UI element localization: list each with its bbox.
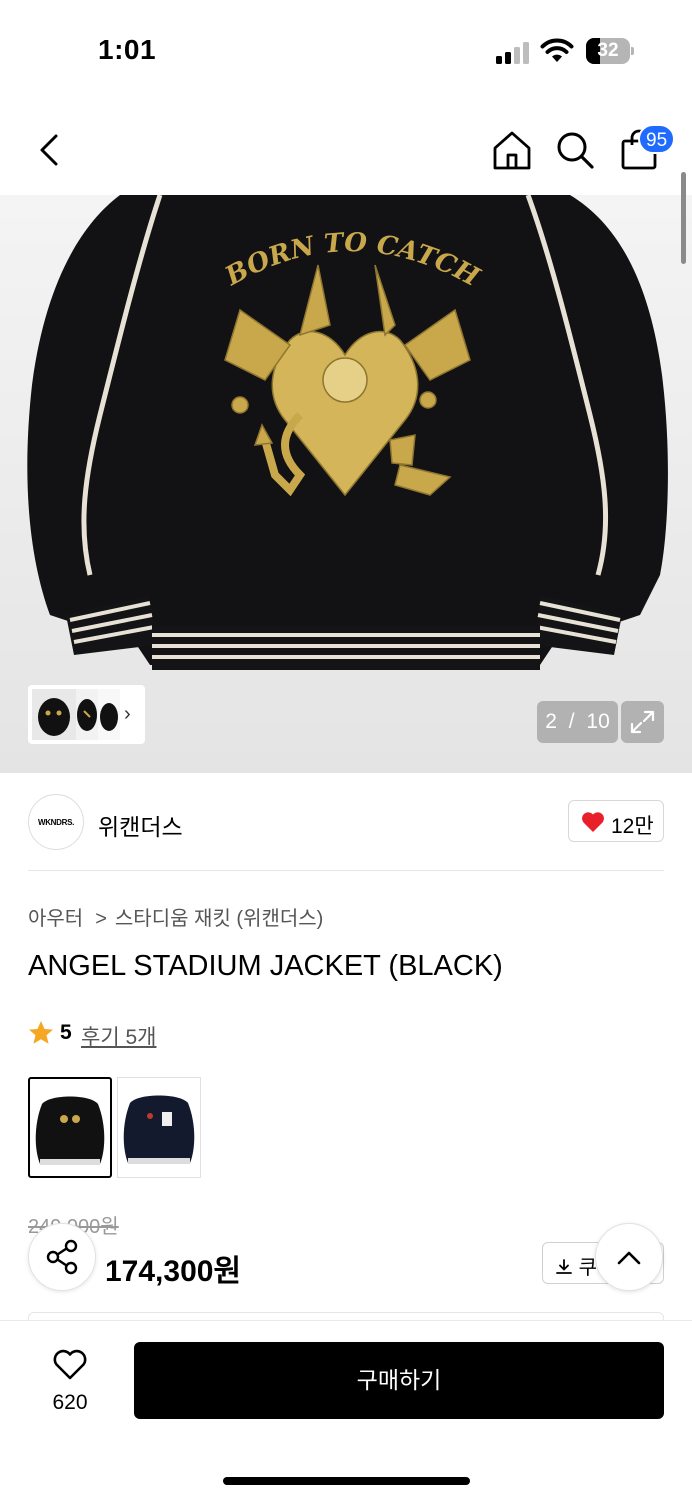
brand-row[interactable]: WKNDRS. 위캔더스 12만 (28, 792, 664, 852)
color-option-navy-image (123, 1095, 195, 1164)
home-icon[interactable] (490, 128, 534, 172)
breadcrumb: 아우터 > 스타디움 재킷 (위캔더스) (28, 902, 323, 931)
battery-indicator: 32 (586, 38, 634, 64)
share-icon (46, 1239, 78, 1275)
color-option-black[interactable] (28, 1077, 112, 1178)
rating-score: 5 (60, 1021, 72, 1044)
battery-percent: 32 (597, 40, 619, 61)
star-icon (29, 1021, 53, 1044)
search-icon[interactable] (553, 128, 597, 172)
counter-total: 10 (586, 710, 610, 733)
expand-image-button[interactable] (621, 701, 664, 743)
chevron-right-icon: › (124, 703, 131, 725)
cart-count-badge: 95 (638, 124, 676, 154)
sale-price: 174,300원 (105, 1255, 242, 1288)
product-title: ANGEL STADIUM JACKET (BLACK) (28, 950, 503, 982)
buy-button[interactable]: 구매하기 (134, 1342, 664, 1419)
breadcrumb-subcategory[interactable]: 스타디움 재킷 (위캔더스) (115, 908, 323, 930)
brand-name[interactable]: 위캔더스 (98, 808, 183, 842)
breadcrumb-separator: > (95, 908, 107, 930)
share-button[interactable] (28, 1223, 96, 1291)
reviews-link[interactable]: 후기 5개 (81, 1021, 156, 1051)
wifi-icon (540, 38, 574, 62)
home-indicator (223, 1477, 470, 1485)
color-option-black-image (35, 1096, 105, 1165)
heart-outline-icon (53, 1349, 87, 1380)
status-time: 1:01 (98, 34, 157, 65)
cellular-signal-icon (496, 42, 529, 64)
status-bar: 1:01 32 (0, 0, 692, 100)
product-image-gallery[interactable]: BORN TO CATCH 'EM ALL (0, 195, 692, 773)
expand-icon (630, 710, 655, 734)
gallery-thumbnails (32, 689, 120, 740)
back-icon[interactable] (28, 128, 72, 172)
wishlist-button[interactable]: 620 (40, 1345, 100, 1415)
divider (28, 870, 664, 871)
image-counter: 2 / 10 (537, 701, 618, 743)
wishlist-count: 620 (52, 1391, 88, 1414)
top-nav-bar (0, 100, 692, 195)
breadcrumb-category[interactable]: 아우터 (28, 908, 83, 930)
brand-logo[interactable]: WKNDRS. (28, 794, 84, 850)
counter-separator: / (568, 710, 575, 733)
chevron-up-icon (617, 1251, 641, 1265)
bottom-action-bar: 620 구매하기 (0, 1320, 692, 1500)
heart-filled-icon (582, 812, 604, 832)
counter-current: 2 (545, 710, 557, 733)
gallery-thumbnail-strip[interactable]: › (28, 685, 145, 744)
scroll-to-top-button[interactable] (595, 1223, 663, 1291)
brand-like-count: 12만 (611, 815, 654, 838)
color-option-navy[interactable] (117, 1077, 201, 1178)
download-icon (556, 1259, 572, 1274)
brand-like-button[interactable]: 12만 (568, 800, 664, 842)
page-scrollbar[interactable] (681, 172, 686, 264)
